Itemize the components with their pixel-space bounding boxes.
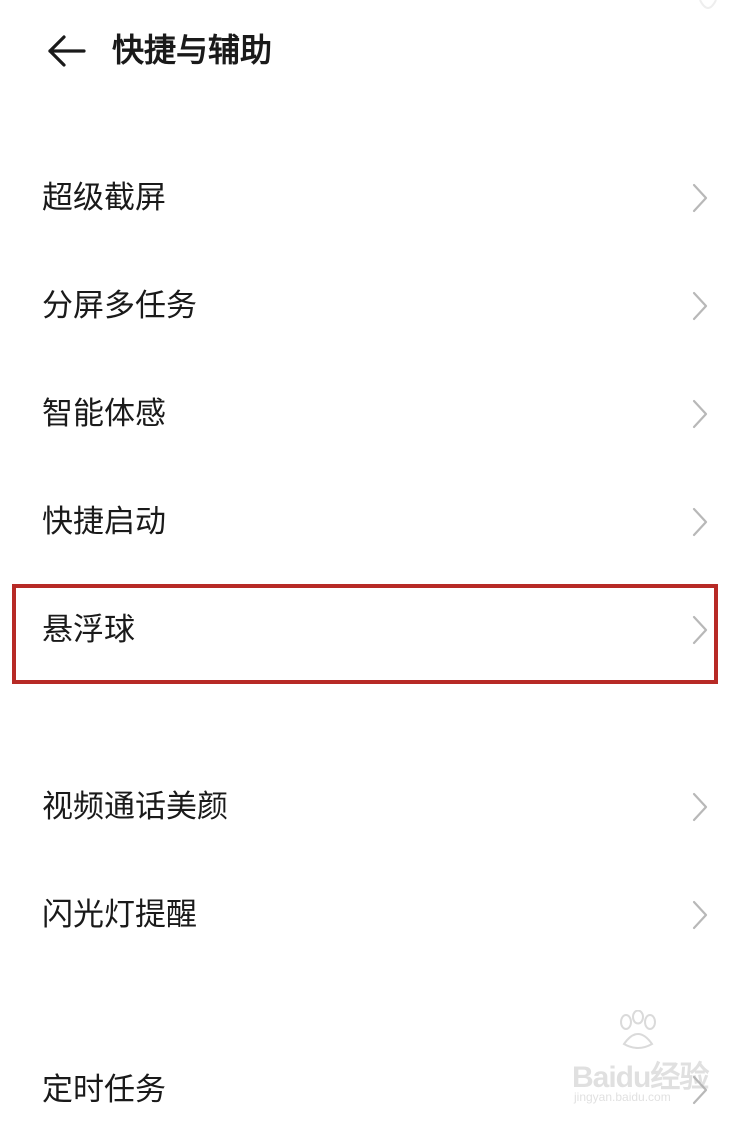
status-decoration <box>696 0 720 20</box>
list-item-label: 分屏多任务 <box>42 288 197 324</box>
list-item-label: 定时任务 <box>42 1072 166 1108</box>
list-item-scheduled-tasks[interactable]: 定时任务 <box>0 1040 750 1140</box>
chevron-right-icon <box>690 614 710 646</box>
chevron-right-icon <box>690 182 710 214</box>
list-item-label: 超级截屏 <box>42 180 166 216</box>
list-item-super-screenshot[interactable]: 超级截屏 <box>0 148 750 248</box>
chevron-right-icon <box>690 290 710 322</box>
chevron-right-icon <box>690 506 710 538</box>
list-item-label: 智能体感 <box>42 396 166 432</box>
chevron-right-icon <box>690 899 710 931</box>
list-item-split-screen[interactable]: 分屏多任务 <box>0 256 750 356</box>
list-item-video-call-beauty[interactable]: 视频通话美颜 <box>0 757 750 857</box>
list-item-label: 快捷启动 <box>42 504 166 540</box>
page-title: 快捷与辅助 <box>112 31 273 69</box>
chevron-right-icon <box>690 1074 710 1106</box>
list-item-flash-notification[interactable]: 闪光灯提醒 <box>0 865 750 965</box>
list-item-floating-ball[interactable]: 悬浮球 <box>0 580 750 680</box>
arrow-left-icon <box>48 35 86 67</box>
chevron-right-icon <box>690 398 710 430</box>
list-item-smart-motion[interactable]: 智能体感 <box>0 364 750 464</box>
list-item-quick-launch[interactable]: 快捷启动 <box>0 472 750 572</box>
chevron-right-icon <box>690 791 710 823</box>
back-button[interactable] <box>40 28 90 74</box>
list-item-label: 悬浮球 <box>42 612 135 648</box>
list-item-label: 视频通话美颜 <box>42 789 228 825</box>
list-item-label: 闪光灯提醒 <box>42 897 197 933</box>
top-app-bar: 快捷与辅助 <box>0 0 750 100</box>
